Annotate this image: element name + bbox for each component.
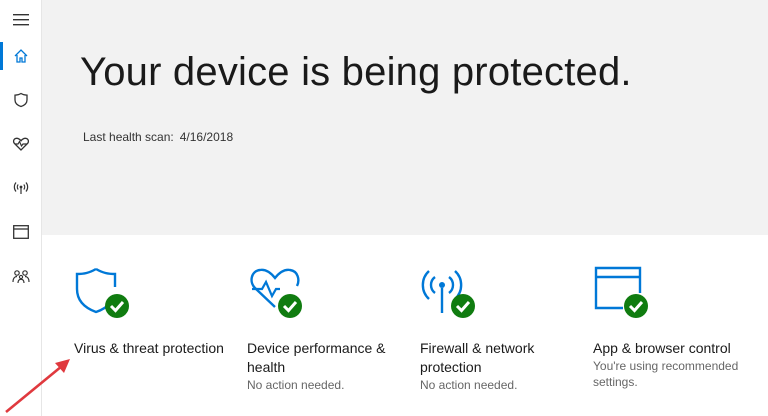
last-health-scan: Last health scan: 4/16/2018 <box>83 130 239 144</box>
card-device-performance[interactable]: Device performance & health No action ne… <box>247 235 417 416</box>
sidebar-item-virus-protection[interactable] <box>0 80 42 120</box>
card-title-text: Virus & threat protection <box>74 340 224 356</box>
page-title: Your device is being protected. <box>80 50 632 94</box>
card-status: You're using recommended settings. <box>593 359 739 389</box>
sidebar-item-firewall[interactable] <box>0 168 42 208</box>
sidebar-item-home[interactable] <box>0 36 42 76</box>
sidebar-item-app-browser[interactable] <box>0 212 42 252</box>
shield-check-icon <box>75 267 129 318</box>
browser-window-icon <box>13 225 29 239</box>
home-icon <box>14 49 28 63</box>
heart-check-icon <box>250 268 302 318</box>
hamburger-menu-icon <box>13 14 29 26</box>
heart-rate-icon <box>12 137 30 151</box>
browser-check-icon <box>594 266 648 318</box>
sidebar <box>0 0 42 416</box>
antenna-check-icon <box>421 270 475 318</box>
family-icon <box>12 270 30 284</box>
card-title: Device performance & health No action ne… <box>247 339 417 393</box>
card-firewall-network[interactable]: Firewall & network protection No action … <box>420 235 590 416</box>
card-title: Virus & threat protection <box>74 339 244 358</box>
scan-date: 4/16/2018 <box>179 130 234 144</box>
status-hero: Your device is being protected. Last hea… <box>42 0 768 235</box>
hamburger-menu-button[interactable] <box>0 0 42 40</box>
sidebar-item-family[interactable] <box>0 256 42 296</box>
card-title-text: Device performance & health <box>247 340 386 375</box>
wireless-signal-icon <box>13 182 29 194</box>
card-title: Firewall & network protection No action … <box>420 339 590 393</box>
card-app-browser-control[interactable]: App & browser control You're using recom… <box>593 235 763 416</box>
card-title-text: App & browser control <box>593 340 731 356</box>
scan-label: Last health scan: <box>83 130 174 144</box>
card-title-text: Firewall & network protection <box>420 340 535 375</box>
card-title: App & browser control You're using recom… <box>593 339 763 390</box>
protection-areas: Virus & threat protection Device perform… <box>42 235 768 416</box>
card-virus-threat-protection[interactable]: Virus & threat protection <box>74 235 244 416</box>
card-status: No action needed. <box>420 378 518 392</box>
shield-icon <box>14 92 28 108</box>
sidebar-item-device-health[interactable] <box>0 124 42 164</box>
card-status: No action needed. <box>247 378 345 392</box>
